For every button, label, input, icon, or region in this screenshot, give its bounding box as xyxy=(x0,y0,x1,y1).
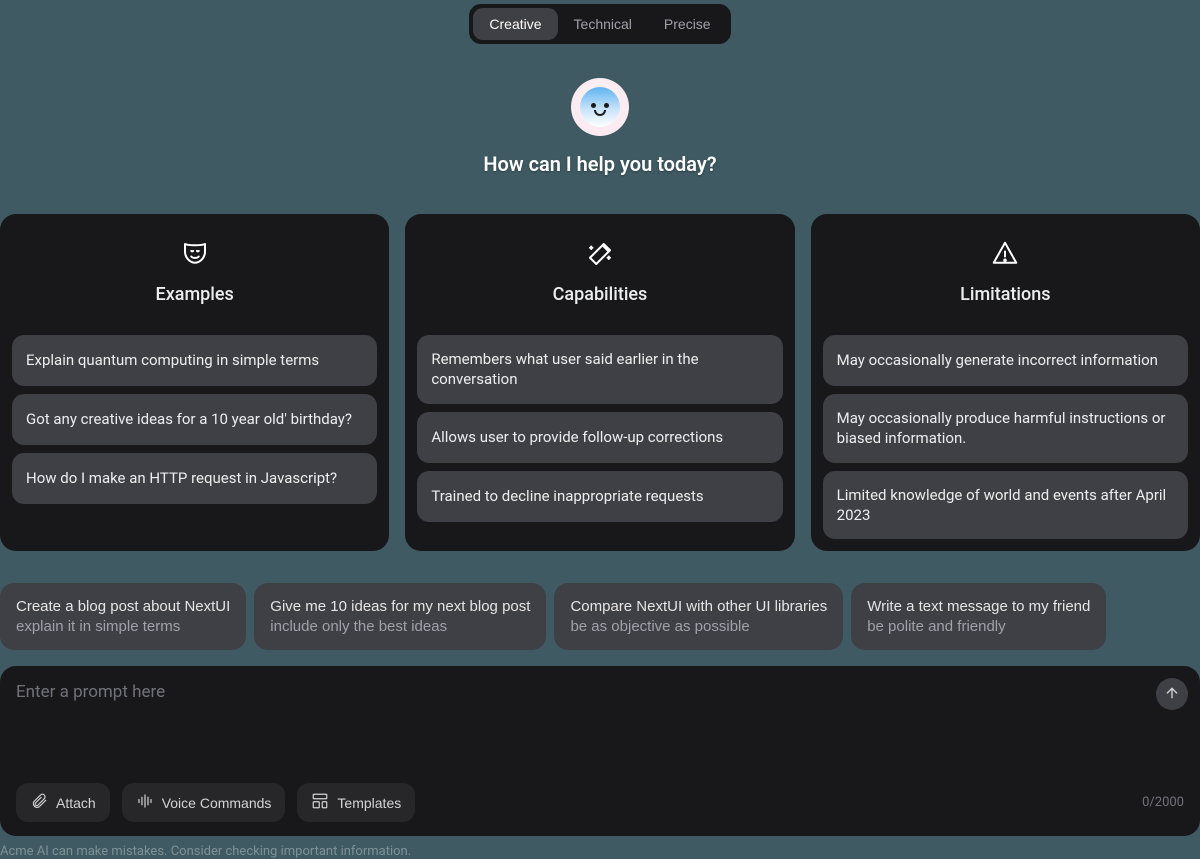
example-item[interactable]: Got any creative ideas for a 10 year old… xyxy=(12,394,377,445)
avatar-face-icon xyxy=(580,87,620,127)
suggestion-title: Compare NextUI with other UI libraries xyxy=(570,597,827,617)
tab-precise[interactable]: Precise xyxy=(648,8,727,40)
capability-item: Trained to decline inappropriate request… xyxy=(417,471,782,522)
tab-creative[interactable]: Creative xyxy=(473,8,557,40)
limitation-item: May occasionally produce harmful instruc… xyxy=(823,394,1188,463)
limitation-item: May occasionally generate incorrect info… xyxy=(823,335,1188,386)
hero-title: How can I help you today? xyxy=(483,152,716,176)
suggestion-sub: explain it in simple terms xyxy=(16,617,230,637)
suggestion-sub: be polite and friendly xyxy=(867,617,1090,637)
suggestion-title: Write a text message to my friend xyxy=(867,597,1090,617)
limitation-item: Limited knowledge of world and events af… xyxy=(823,471,1188,540)
suggestion-card[interactable]: Compare NextUI with other UI libraries b… xyxy=(554,583,843,650)
card-items: Explain quantum computing in simple term… xyxy=(12,335,377,504)
suggestion-card[interactable]: Write a text message to my friend be pol… xyxy=(851,583,1106,650)
suggestion-title: Give me 10 ideas for my next blog post xyxy=(270,597,530,617)
templates-label: Templates xyxy=(337,795,401,811)
card-title: Limitations xyxy=(960,284,1050,305)
info-cards: Examples Explain quantum computing in si… xyxy=(0,214,1200,551)
attach-label: Attach xyxy=(56,795,96,811)
capability-item: Allows user to provide follow-up correct… xyxy=(417,412,782,463)
prompt-actions: Attach Voice Commands Templates xyxy=(16,783,415,822)
prompt-box: Attach Voice Commands Templates 0/2000 xyxy=(0,666,1200,836)
suggestion-sub: be as objective as possible xyxy=(570,617,827,637)
soundwave-icon xyxy=(136,792,154,813)
example-item[interactable]: How do I make an HTTP request in Javascr… xyxy=(12,453,377,504)
suggestion-row: Create a blog post about NextUI explain … xyxy=(0,583,1200,650)
suggestion-card[interactable]: Give me 10 ideas for my next blog post i… xyxy=(254,583,546,650)
card-items: Remembers what user said earlier in the … xyxy=(417,335,782,522)
mask-icon xyxy=(179,238,211,270)
capability-item: Remembers what user said earlier in the … xyxy=(417,335,782,404)
suggestion-sub: include only the best ideas xyxy=(270,617,530,637)
card-capabilities: Capabilities Remembers what user said ea… xyxy=(405,214,794,551)
attach-button[interactable]: Attach xyxy=(16,783,110,822)
arrow-up-icon xyxy=(1164,685,1180,704)
example-item[interactable]: Explain quantum computing in simple term… xyxy=(12,335,377,386)
paperclip-icon xyxy=(30,792,48,813)
suggestion-card[interactable]: Create a blog post about NextUI explain … xyxy=(0,583,246,650)
prompt-input[interactable] xyxy=(16,682,1140,783)
avatar xyxy=(571,78,629,136)
template-icon xyxy=(311,792,329,813)
card-limitations: Limitations May occasionally generate in… xyxy=(811,214,1200,551)
tab-technical[interactable]: Technical xyxy=(558,8,648,40)
warning-icon xyxy=(989,238,1021,270)
prompt-footer: Attach Voice Commands Templates 0/2000 xyxy=(16,783,1184,822)
templates-button[interactable]: Templates xyxy=(297,783,415,822)
card-items: May occasionally generate incorrect info… xyxy=(823,335,1188,539)
hero: How can I help you today? xyxy=(0,78,1200,176)
card-title: Examples xyxy=(156,284,234,305)
mode-tabs: Creative Technical Precise xyxy=(0,0,1200,44)
voice-label: Voice Commands xyxy=(162,795,272,811)
char-count: 0/2000 xyxy=(1142,795,1184,810)
disclaimer: Acme AI can make mistakes. Consider chec… xyxy=(0,844,1200,859)
send-button[interactable] xyxy=(1156,678,1188,710)
wand-icon xyxy=(584,238,616,270)
voice-button[interactable]: Voice Commands xyxy=(122,783,286,822)
mode-tabs-inner: Creative Technical Precise xyxy=(469,4,730,44)
suggestion-title: Create a blog post about NextUI xyxy=(16,597,230,617)
card-examples: Examples Explain quantum computing in si… xyxy=(0,214,389,551)
card-title: Capabilities xyxy=(553,284,648,305)
